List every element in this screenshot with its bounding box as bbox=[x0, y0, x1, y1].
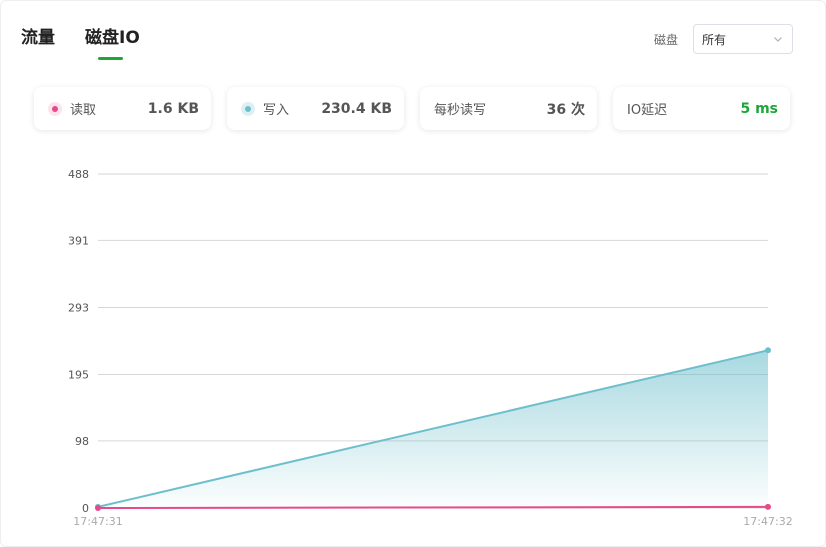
y-tick-label: 98 bbox=[75, 435, 89, 448]
y-tick-label: 488 bbox=[68, 168, 89, 181]
y-tick-label: 195 bbox=[68, 369, 89, 382]
series-point-1[interactable] bbox=[95, 505, 101, 511]
x-tick-label: 17:47:31 bbox=[73, 515, 122, 528]
x-tick-label: 17:47:32 bbox=[743, 515, 792, 528]
series-point-0[interactable] bbox=[765, 347, 771, 354]
series-line-1 bbox=[97, 505, 769, 509]
y-tick-label: 293 bbox=[68, 301, 89, 314]
disk-io-chart: 0 98 195 293 391 488 17:47:31 17:47:32 bbox=[68, 168, 793, 528]
series-point-1[interactable] bbox=[765, 503, 771, 510]
y-tick-label: 0 bbox=[82, 502, 89, 515]
y-tick-label: 391 bbox=[68, 234, 89, 247]
